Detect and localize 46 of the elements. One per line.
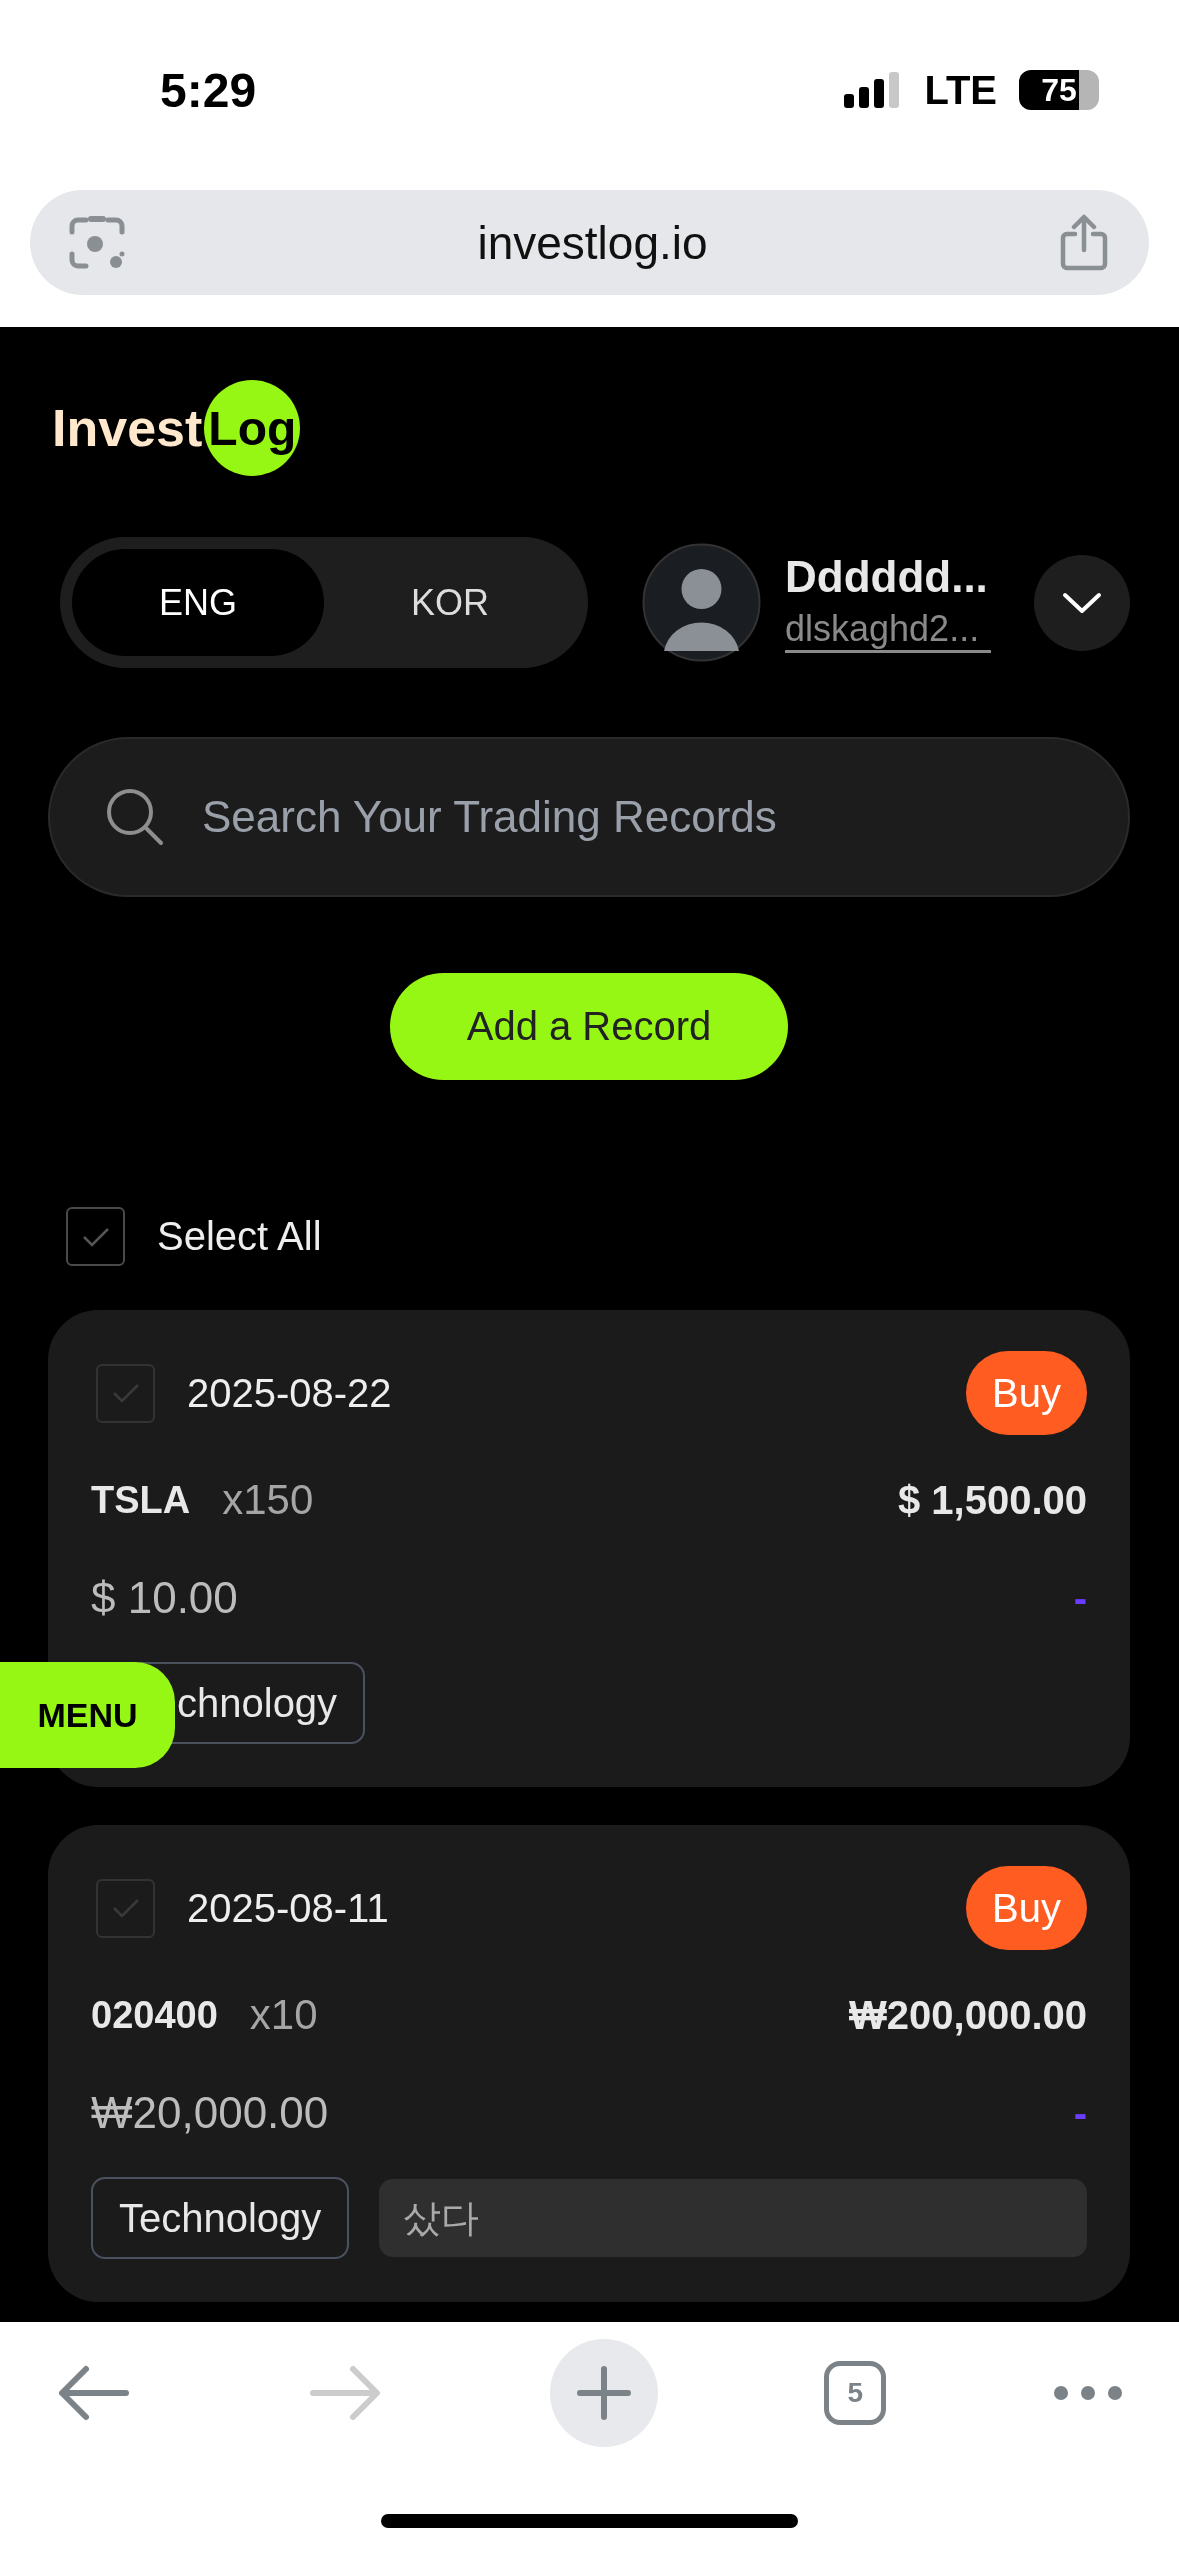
select-all-label: Select All — [157, 1214, 322, 1259]
share-icon[interactable] — [1059, 213, 1109, 272]
record-checkbox[interactable] — [96, 1878, 155, 1938]
language-tab[interactable]: KOR — [324, 549, 576, 656]
app-logo[interactable]: InvestLog — [52, 380, 301, 476]
record-date: 2025-08-11 — [187, 1885, 390, 1931]
trade-type-badge: Buy — [966, 1351, 1087, 1435]
ticker-symbol: 020400 — [91, 1993, 218, 2037]
network-label: LTE — [924, 67, 997, 113]
avatar[interactable] — [642, 543, 761, 662]
check-icon — [80, 1225, 111, 1248]
unit-price: $ 10.00 — [91, 1573, 238, 1623]
url-text: investlog.io — [477, 215, 708, 270]
profit-value: - — [1073, 2090, 1087, 2136]
record-date: 2025-08-22 — [187, 1370, 393, 1416]
select-all-checkbox[interactable] — [66, 1207, 125, 1266]
check-icon — [110, 1897, 141, 1919]
unit-price: ₩20,000.00 — [91, 2088, 329, 2138]
record-card[interactable]: 2025-08-11 Buy 020400 x10 ₩200,000.00 ₩20,000.00 - Technology 샀다 — [48, 1825, 1130, 2302]
search-icon — [105, 787, 165, 847]
record-checkbox[interactable] — [96, 1363, 155, 1423]
memo-field[interactable]: 샀다 — [379, 2179, 1087, 2257]
camera-search-icon[interactable] — [68, 213, 126, 272]
total-amount: ₩200,000.00 — [849, 1992, 1087, 2038]
plus-icon — [575, 2365, 632, 2421]
quantity: x150 — [222, 1476, 315, 1524]
address-bar[interactable]: investlog.io — [30, 190, 1149, 295]
chevron-down-icon — [1062, 590, 1102, 615]
total-amount: $ 1,500.00 — [897, 1477, 1087, 1523]
user-email[interactable]: dlskaghd2... — [785, 608, 992, 653]
check-icon — [110, 1382, 141, 1404]
user-name: Dddddd... — [785, 552, 989, 602]
ticker-symbol: TSLA — [91, 1478, 191, 1522]
menu-button[interactable]: MENU — [0, 1662, 175, 1768]
add-record-button[interactable]: Add a Record — [390, 973, 788, 1080]
more-icon[interactable] — [1053, 2383, 1123, 2403]
trade-type-badge: Buy — [966, 1866, 1087, 1950]
tab-count-button[interactable]: 5 — [824, 2361, 887, 2425]
quantity: x10 — [249, 1991, 319, 2039]
search-bar[interactable]: Search Your Trading Records — [48, 737, 1130, 897]
profit-value: - — [1073, 1575, 1087, 1621]
sector-tag: Technology — [91, 2177, 350, 2259]
battery-indicator: 75 — [1019, 70, 1099, 110]
status-time: 5:29 — [160, 62, 257, 118]
search-field[interactable]: Search Your Trading Records — [200, 791, 1128, 843]
language-tab[interactable]: ENG — [72, 549, 324, 656]
